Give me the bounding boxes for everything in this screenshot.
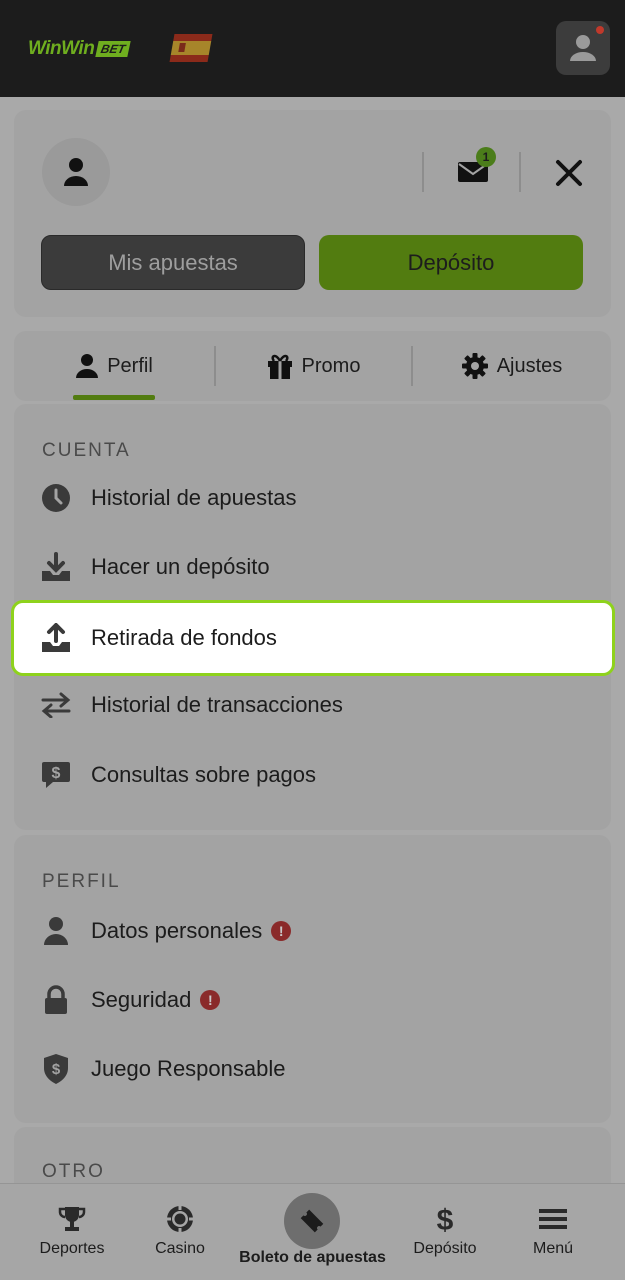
nav-label: Boleto de apuestas [239, 1249, 386, 1266]
lock-icon [45, 985, 67, 1014]
gear-icon [461, 353, 488, 379]
message-count-badge: 1 [476, 147, 496, 167]
my-bets-button[interactable]: Mis apuestas [41, 235, 305, 290]
menu-item-label: Juego Responsable [91, 1056, 286, 1081]
bottom-navigation: Deportes Casino Boleto de apuestas $ Dep… [0, 1183, 625, 1280]
tab-ajustes[interactable]: Ajustes [412, 331, 611, 401]
svg-text:$: $ [437, 1204, 454, 1234]
section-title-perfil: PERFIL [42, 871, 121, 892]
clock-icon [42, 484, 70, 512]
profile-tabs: Perfil Promo Ajustes [14, 331, 611, 401]
nav-label: Deportes [39, 1240, 105, 1257]
spain-flag-icon[interactable] [169, 34, 213, 62]
menu-item-label: Hacer un depósito [91, 554, 270, 579]
section-title-cuenta: CUENTA [42, 440, 131, 461]
upload-tray-icon [42, 623, 70, 652]
menu-item-bet-history[interactable]: Historial de apuestas [40, 482, 296, 514]
section-title-otro: OTRO [42, 1161, 105, 1182]
nav-label: Depósito [413, 1240, 477, 1257]
ticket-icon [300, 1209, 324, 1233]
menu-item-label: Retirada de fondos [91, 625, 277, 650]
nav-bet-slip[interactable] [284, 1193, 340, 1249]
top-bar: WinWin BET [0, 0, 625, 97]
menu-item-label: Historial de transacciones [91, 692, 343, 717]
shield-dollar-icon: $ [44, 1054, 68, 1084]
nav-deposit[interactable]: $ Depósito [409, 1204, 481, 1258]
tab-perfil[interactable]: Perfil [14, 331, 214, 401]
close-button[interactable] [554, 158, 584, 193]
nav-label: Menú [532, 1240, 574, 1257]
logo-text: WinWin [28, 38, 95, 59]
tab-label: Ajustes [496, 354, 563, 377]
profile-card: 1 Mis apuestas Depósito [14, 110, 611, 317]
download-tray-icon [42, 552, 70, 581]
nav-sports[interactable]: Deportes [36, 1204, 108, 1258]
menu-item-security[interactable]: Seguridad ! [40, 984, 221, 1016]
menu-item-withdraw-funds[interactable]: Retirada de fondos [11, 600, 615, 676]
logo-badge: BET [95, 41, 132, 57]
deposit-button[interactable]: Depósito [319, 235, 583, 290]
tab-label: Perfil [107, 354, 153, 377]
tab-label: Promo [301, 354, 361, 377]
divider [519, 152, 521, 192]
nav-label: Casino [155, 1240, 205, 1257]
tab-promo[interactable]: Promo [214, 331, 412, 401]
user-icon [76, 354, 99, 378]
nav-casino[interactable]: Casino [148, 1204, 212, 1258]
trophy-icon [58, 1207, 86, 1231]
menu-item-responsible-gaming[interactable]: $ Juego Responsable [40, 1053, 285, 1085]
dollar-chat-icon: $ [42, 762, 70, 788]
menu-item-label: Seguridad [91, 987, 192, 1012]
menu-item-label: Consultas sobre pagos [91, 762, 317, 787]
profile-avatar[interactable] [42, 138, 110, 206]
svg-text:$: $ [52, 765, 61, 782]
menu-item-payment-inquiries[interactable]: $ Consultas sobre pagos [40, 759, 316, 791]
menu-item-label: Datos personales [91, 918, 263, 943]
notification-dot [596, 26, 604, 34]
hamburger-icon [539, 1209, 567, 1229]
account-button[interactable] [556, 21, 610, 75]
gift-icon [267, 354, 292, 379]
menu-item-transaction-history[interactable]: Historial de transacciones [40, 689, 343, 721]
user-icon [64, 158, 88, 186]
svg-text:$: $ [52, 1061, 61, 1078]
casino-chip-icon [167, 1206, 193, 1232]
active-tab-indicator [73, 395, 155, 400]
warning-badge: ! [271, 921, 292, 941]
menu-item-label: Historial de apuestas [91, 485, 297, 510]
user-icon [44, 917, 68, 945]
close-icon [556, 160, 582, 186]
profile-section: PERFIL Datos personales ! Seguridad ! $ [14, 835, 611, 1123]
divider [422, 152, 424, 192]
swap-arrows-icon [41, 692, 71, 718]
menu-item-personal-data[interactable]: Datos personales ! [40, 915, 292, 947]
dollar-icon: $ [437, 1204, 454, 1234]
warning-badge: ! [200, 990, 221, 1010]
nav-menu[interactable]: Menú [528, 1204, 578, 1258]
menu-item-make-deposit[interactable]: Hacer un depósito [40, 551, 270, 583]
winwin-logo[interactable]: WinWin BET [28, 38, 132, 60]
